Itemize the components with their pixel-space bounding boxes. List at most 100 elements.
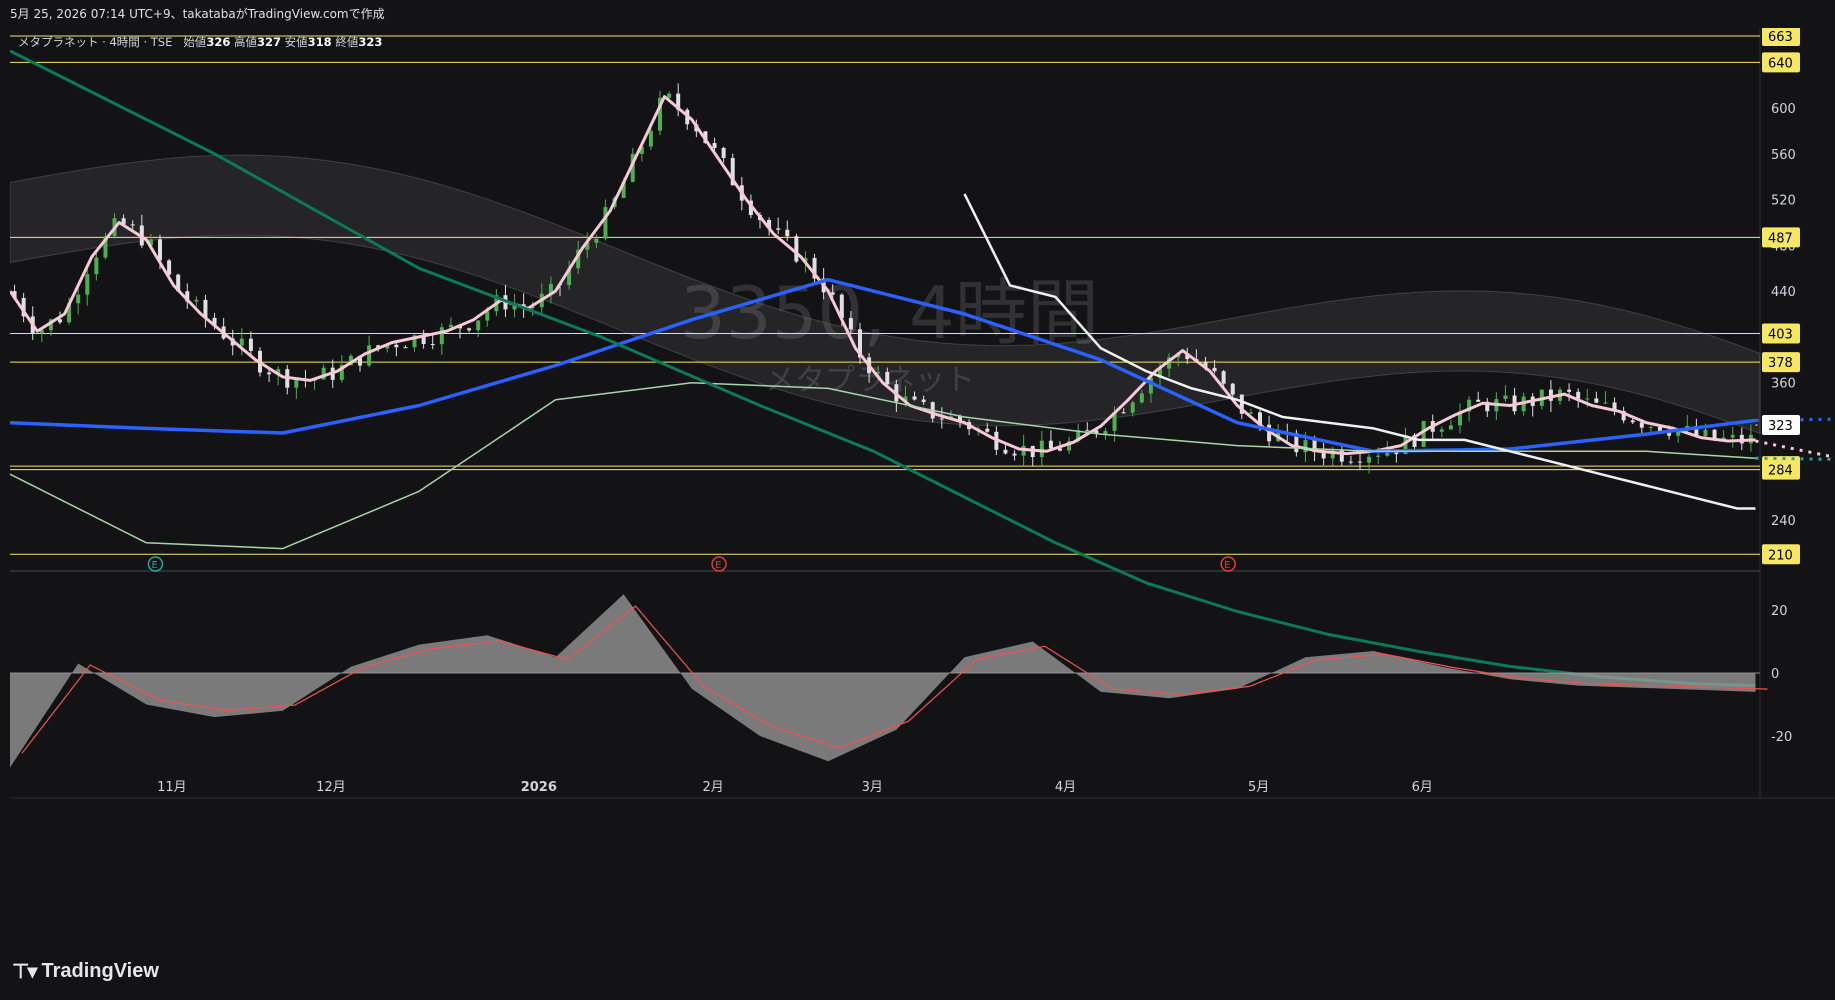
candle-body bbox=[1358, 461, 1362, 463]
candle-body bbox=[1048, 440, 1053, 449]
last-price-tag: 323 bbox=[1762, 414, 1800, 435]
candle-body bbox=[1476, 399, 1481, 402]
candle-body bbox=[1376, 455, 1381, 457]
candle-body bbox=[239, 338, 244, 346]
candle-body bbox=[403, 347, 408, 349]
legend-close-label: 終値 bbox=[335, 35, 359, 49]
price-level-label: 487 bbox=[1768, 231, 1793, 246]
candle-body bbox=[1448, 425, 1453, 430]
price-level-tag: 487 bbox=[1762, 227, 1800, 248]
candle-body bbox=[1703, 429, 1708, 437]
candle-body bbox=[1039, 440, 1044, 458]
oscillator-tick-label: 0 bbox=[1771, 667, 1779, 682]
candle-body bbox=[194, 299, 199, 302]
symbol-legend: メタプラネット · 4時間 · TSE 始値326 高値327 安値318 終値… bbox=[18, 34, 382, 50]
candle-body bbox=[1585, 398, 1590, 400]
candle-body bbox=[267, 372, 272, 375]
candle-body bbox=[848, 317, 853, 330]
price-level-tag: 663 bbox=[1762, 28, 1800, 47]
candle-body bbox=[394, 344, 399, 348]
candle-body bbox=[58, 319, 62, 323]
time-axis-label: 4月 bbox=[1055, 780, 1076, 795]
candle-body bbox=[1576, 391, 1581, 399]
tradingview-brand[interactable]: ⊤▾ TradingView bbox=[12, 959, 159, 984]
price-level-tag: 210 bbox=[1762, 544, 1800, 565]
candle bbox=[794, 233, 799, 264]
candle-body bbox=[1567, 389, 1572, 392]
chart-caption: 5月 25, 2026 07:14 UTC+9、takatabaがTrading… bbox=[0, 0, 1835, 28]
price-level-label: 663 bbox=[1768, 30, 1793, 45]
price-level-label: 640 bbox=[1768, 56, 1793, 71]
earnings-marker-label: E bbox=[1224, 560, 1230, 571]
candle-body bbox=[1012, 453, 1017, 456]
price-level-label: 210 bbox=[1768, 548, 1793, 563]
candle-body bbox=[594, 238, 599, 243]
time-axis-label: 5月 bbox=[1248, 780, 1269, 795]
price-level-tag: 640 bbox=[1762, 52, 1800, 73]
candle-body bbox=[1148, 377, 1153, 394]
candle-body bbox=[712, 143, 717, 148]
candle-body bbox=[1367, 456, 1372, 463]
candle-body bbox=[167, 260, 172, 275]
candle-body bbox=[1648, 426, 1653, 428]
candle-body bbox=[1630, 420, 1635, 423]
candle-body bbox=[1594, 398, 1599, 403]
candle-body bbox=[603, 207, 608, 239]
candle-body bbox=[94, 257, 99, 275]
legend-high: 327 bbox=[256, 35, 281, 49]
price-level-label: 284 bbox=[1768, 464, 1793, 479]
candle-body bbox=[1730, 434, 1735, 438]
price-level-label: 403 bbox=[1768, 327, 1793, 342]
time-axis-label: 2026 bbox=[521, 780, 557, 795]
candle-body bbox=[85, 274, 90, 295]
legend-symbol: メタプラネット · 4時間 · TSE bbox=[18, 35, 173, 49]
candle-body bbox=[1003, 449, 1008, 454]
oscillator-tick-label: 20 bbox=[1771, 604, 1788, 619]
time-axis-label: 11月 bbox=[157, 780, 187, 795]
candle-body bbox=[785, 229, 790, 237]
legend-low: 318 bbox=[307, 35, 332, 49]
price-tick-label: 360 bbox=[1771, 377, 1796, 392]
earnings-marker-label: E bbox=[715, 560, 721, 571]
candle-body bbox=[1139, 393, 1144, 403]
legend-close: 323 bbox=[358, 35, 383, 49]
candle-body bbox=[985, 428, 990, 432]
chart-frame[interactable]: 3350, 4時間メタプラネット240280320360400440480520… bbox=[10, 28, 1835, 940]
price-level-tag: 378 bbox=[1762, 352, 1800, 373]
candle-body bbox=[294, 379, 299, 388]
price-level-tag: 403 bbox=[1762, 323, 1800, 344]
candle-body bbox=[885, 371, 890, 385]
candle-body bbox=[939, 418, 944, 420]
candle-body bbox=[130, 224, 135, 226]
candle-body bbox=[76, 294, 81, 304]
candle-body bbox=[158, 239, 162, 261]
candle-body bbox=[1421, 421, 1426, 447]
oscillator-tick-label: -20 bbox=[1771, 730, 1792, 745]
candle-body bbox=[1303, 440, 1308, 453]
candle-body bbox=[1348, 461, 1353, 463]
candle-body bbox=[776, 228, 781, 230]
legend-open: 326 bbox=[206, 35, 231, 49]
candle-body bbox=[794, 236, 799, 262]
candle bbox=[1421, 420, 1426, 448]
price-tick-label: 600 bbox=[1771, 102, 1796, 117]
candle-body bbox=[667, 93, 672, 98]
footer-bar: ⊤▾ TradingView bbox=[0, 945, 1835, 1000]
time-axis-label: 3月 bbox=[862, 780, 883, 795]
price-tick-label: 560 bbox=[1771, 148, 1796, 163]
candle-body bbox=[1212, 367, 1217, 372]
candle-body bbox=[1103, 430, 1108, 435]
candle-body bbox=[921, 399, 926, 403]
time-axis-label: 12月 bbox=[316, 780, 346, 795]
candle-body bbox=[467, 328, 472, 331]
candle-body bbox=[721, 147, 726, 158]
candle-body bbox=[439, 327, 444, 345]
earnings-marker-label: E bbox=[151, 560, 157, 571]
candle-body bbox=[1639, 422, 1644, 428]
time-axis-label: 6月 bbox=[1412, 780, 1433, 795]
candle-body bbox=[430, 343, 435, 345]
price-level-label: 378 bbox=[1768, 356, 1793, 371]
candle-body bbox=[1121, 412, 1126, 414]
price-chart[interactable]: 3350, 4時間メタプラネット240280320360400440480520… bbox=[10, 28, 1835, 940]
time-axis-label: 2月 bbox=[703, 780, 724, 795]
